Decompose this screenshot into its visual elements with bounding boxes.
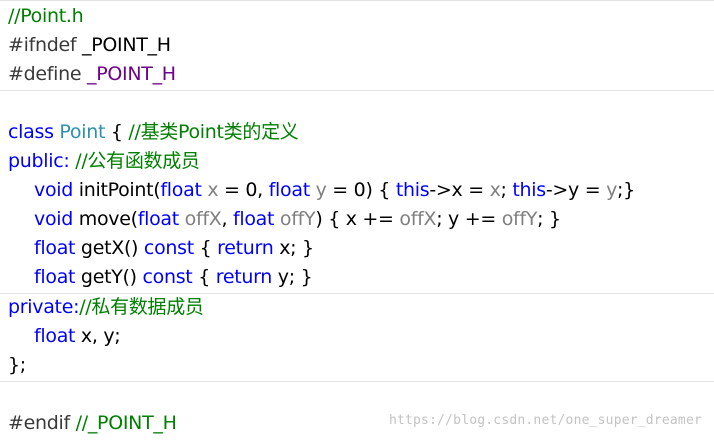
code-token: y: [315, 179, 327, 201]
code-token: this: [512, 179, 546, 201]
code-token: x; }: [273, 237, 314, 259]
code-line[interactable]: void initPoint(float x = 0, float y = 0)…: [34, 176, 635, 205]
code-line[interactable]: class Point { //基类Point类的定义: [8, 118, 299, 147]
code-token: //私有数据成员: [79, 296, 204, 318]
code-token: return: [215, 266, 273, 288]
code-token: initPoint(: [73, 179, 161, 201]
code-token: float: [268, 179, 310, 201]
code-token: class: [8, 121, 54, 143]
code-token: Point: [59, 121, 106, 143]
code-token: offY: [501, 208, 538, 230]
code-token: ) { x +=: [315, 208, 400, 230]
code-token: //_POINT_H: [75, 412, 177, 434]
code-token: //Point.h: [8, 5, 84, 27]
code-line[interactable]: float x, y;: [34, 322, 121, 351]
code-token: getX(): [75, 237, 144, 259]
code-token: #ifndef: [8, 34, 77, 56]
code-token: x: [207, 179, 219, 201]
code-line[interactable]: };: [8, 351, 26, 380]
code-token: x, y;: [75, 325, 121, 347]
code-line[interactable]: #endif //_POINT_H: [8, 409, 177, 438]
code-token: y: [606, 179, 618, 201]
code-token: const: [143, 237, 194, 259]
code-token: move(: [73, 208, 138, 230]
code-token: private:: [8, 296, 80, 318]
code-token: };: [8, 354, 26, 376]
code-token: {: [105, 121, 129, 143]
code-token: float: [34, 237, 76, 259]
code-token: {: [192, 266, 216, 288]
code-token: ; y +=: [436, 208, 502, 230]
code-token: return: [217, 237, 274, 259]
code-token: ; }: [537, 208, 561, 230]
line-divider: [0, 0, 714, 1]
watermark-url: https://blog.csdn.net/one_super_dreamer: [388, 413, 702, 428]
code-token: float: [137, 208, 179, 230]
code-token: offX: [399, 208, 437, 230]
code-line[interactable]: private://私有数据成员: [8, 293, 204, 322]
code-token: #endif: [8, 412, 70, 434]
code-token: //公有函数成员: [75, 150, 200, 172]
code-token: float: [160, 179, 202, 201]
code-token: //基类Point类的定义: [128, 121, 299, 143]
code-token: ->y =: [545, 179, 607, 201]
code-line[interactable]: #ifndef _POINT_H: [8, 31, 171, 60]
code-line[interactable]: public: //公有函数成员: [8, 147, 200, 176]
code-token: float: [232, 208, 275, 230]
code-token: ;: [500, 179, 513, 201]
code-token: float: [34, 266, 76, 288]
code-token: y; }: [272, 266, 313, 288]
code-token: _POINT_H: [76, 34, 171, 56]
code-token: {: [193, 237, 218, 259]
line-divider: [0, 90, 714, 91]
code-token: _POINT_H: [87, 63, 176, 85]
code-token: void: [34, 208, 74, 230]
code-token: offY: [279, 208, 316, 230]
code-token: #define: [8, 63, 82, 85]
code-line[interactable]: #define _POINT_H: [8, 60, 176, 89]
line-divider: [0, 381, 714, 382]
code-token: ,: [221, 208, 233, 230]
code-token: = 0) {: [326, 179, 396, 201]
code-token: offX: [184, 208, 222, 230]
code-line[interactable]: //Point.h: [8, 2, 84, 31]
code-line[interactable]: float getX() const { return x; }: [34, 234, 314, 263]
code-editor[interactable]: //Point.h #ifndef _POINT_H #define _POIN…: [0, 0, 714, 440]
code-token: const: [142, 266, 193, 288]
code-token: this: [395, 179, 430, 201]
code-token: ;}: [617, 179, 635, 201]
code-token: void: [34, 179, 74, 201]
code-token: = 0,: [218, 179, 269, 201]
code-line[interactable]: void move(float offX, float offY) { x +=…: [34, 205, 561, 234]
code-line[interactable]: float getY() const { return y; }: [34, 263, 313, 292]
code-token: x: [489, 179, 501, 201]
code-token: ->x =: [429, 179, 490, 201]
code-token: public:: [8, 150, 70, 172]
code-token: float: [34, 325, 76, 347]
code-token: getY(): [75, 266, 143, 288]
